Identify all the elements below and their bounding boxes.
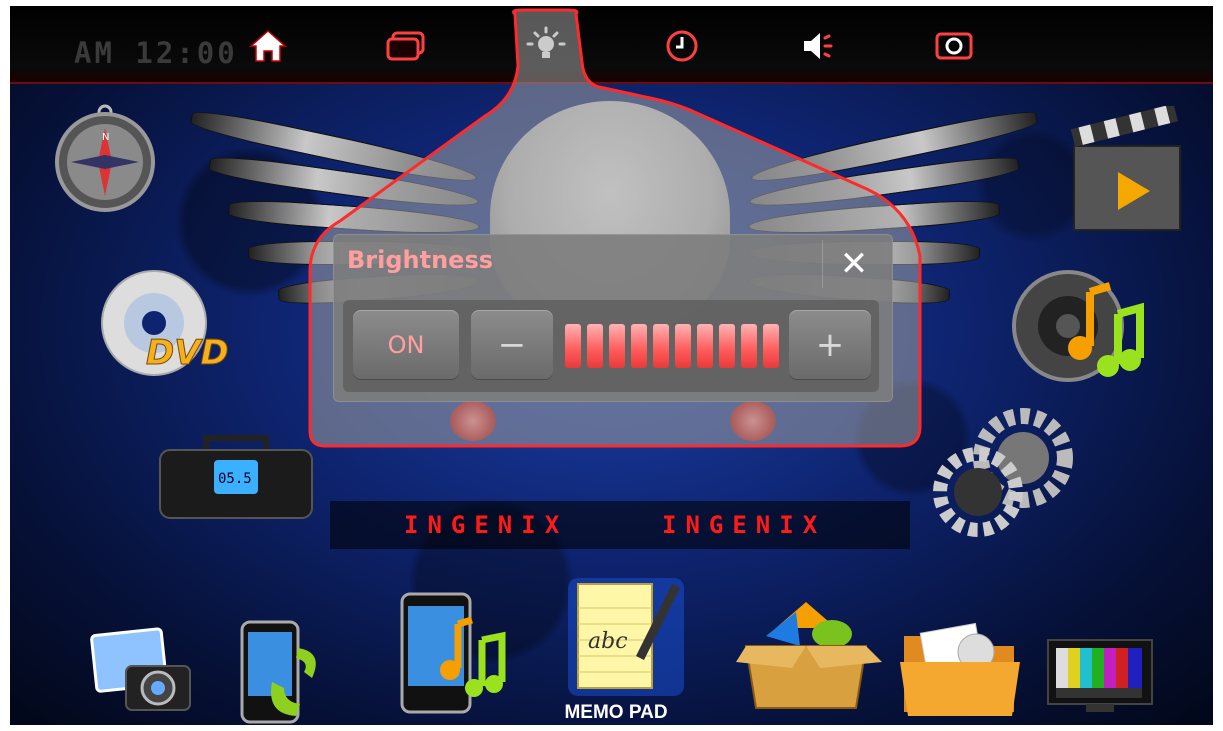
clock-display: AM 12:00 — [74, 36, 238, 70]
video-clapper-icon[interactable] — [1068, 106, 1188, 236]
memo-pad-icon[interactable]: abc — [566, 572, 686, 698]
brightness-level-segment — [609, 324, 625, 368]
dvd-icon[interactable]: DVD — [94, 268, 244, 388]
brightness-on-button[interactable]: ON — [353, 310, 459, 380]
brightness-panel: Brightness ✕ ON − + — [333, 234, 893, 402]
status-bar: AM 12:00 — [10, 6, 1213, 84]
window-icon[interactable] — [384, 26, 428, 66]
music-speaker-icon[interactable] — [1010, 268, 1150, 388]
brightness-level-segment — [697, 324, 713, 368]
tv-test-pattern-icon[interactable] — [1046, 638, 1154, 714]
svg-text:05.5: 05.5 — [218, 471, 252, 487]
brightness-level-segment — [587, 324, 603, 368]
brightness-decrease-button[interactable]: − — [471, 310, 553, 380]
volume-icon[interactable] — [796, 26, 840, 66]
phone-icon[interactable] — [236, 618, 336, 724]
svg-text:N: N — [102, 132, 109, 143]
folder-icon[interactable] — [898, 618, 1022, 718]
selected-app-label: MEMO PAD — [564, 702, 668, 723]
brightness-level-segment — [631, 324, 647, 368]
brightness-level-segment — [741, 324, 757, 368]
brightness-level-segment — [653, 324, 669, 368]
svg-text:DVD: DVD — [146, 333, 229, 373]
settings-gears-icon[interactable] — [928, 408, 1078, 538]
compass-icon[interactable]: N — [50, 104, 160, 214]
brightness-icon[interactable] — [524, 26, 568, 66]
brightness-increase-button[interactable]: + — [789, 310, 871, 380]
clock-icon[interactable] — [660, 26, 704, 66]
brand-logo-left: INGENIX — [404, 511, 569, 539]
brightness-level-segment — [719, 324, 735, 368]
brightness-controls: ON − + — [343, 300, 879, 392]
app-box-icon[interactable] — [736, 598, 886, 710]
camera-icon[interactable] — [932, 26, 976, 66]
head-unit-screen: AM 12:00 Brightness ✕ ON − + INGENIX ING… — [10, 6, 1213, 725]
brightness-level-bar[interactable] — [565, 324, 783, 368]
rose-art — [450, 401, 496, 441]
brightness-title: Brightness — [347, 246, 494, 274]
brightness-level-segment — [675, 324, 691, 368]
rose-art — [730, 401, 776, 441]
svg-text:abc: abc — [588, 629, 628, 654]
brightness-level-segment — [763, 324, 779, 368]
phone-music-icon[interactable] — [398, 590, 508, 716]
radio-icon[interactable]: 05.5 — [156, 430, 316, 522]
photo-camera-icon[interactable] — [90, 626, 200, 716]
brand-logo-right: INGENIX — [662, 511, 827, 539]
brightness-level-segment — [565, 324, 581, 368]
home-icon[interactable] — [246, 26, 290, 66]
close-icon[interactable]: ✕ — [822, 240, 885, 288]
